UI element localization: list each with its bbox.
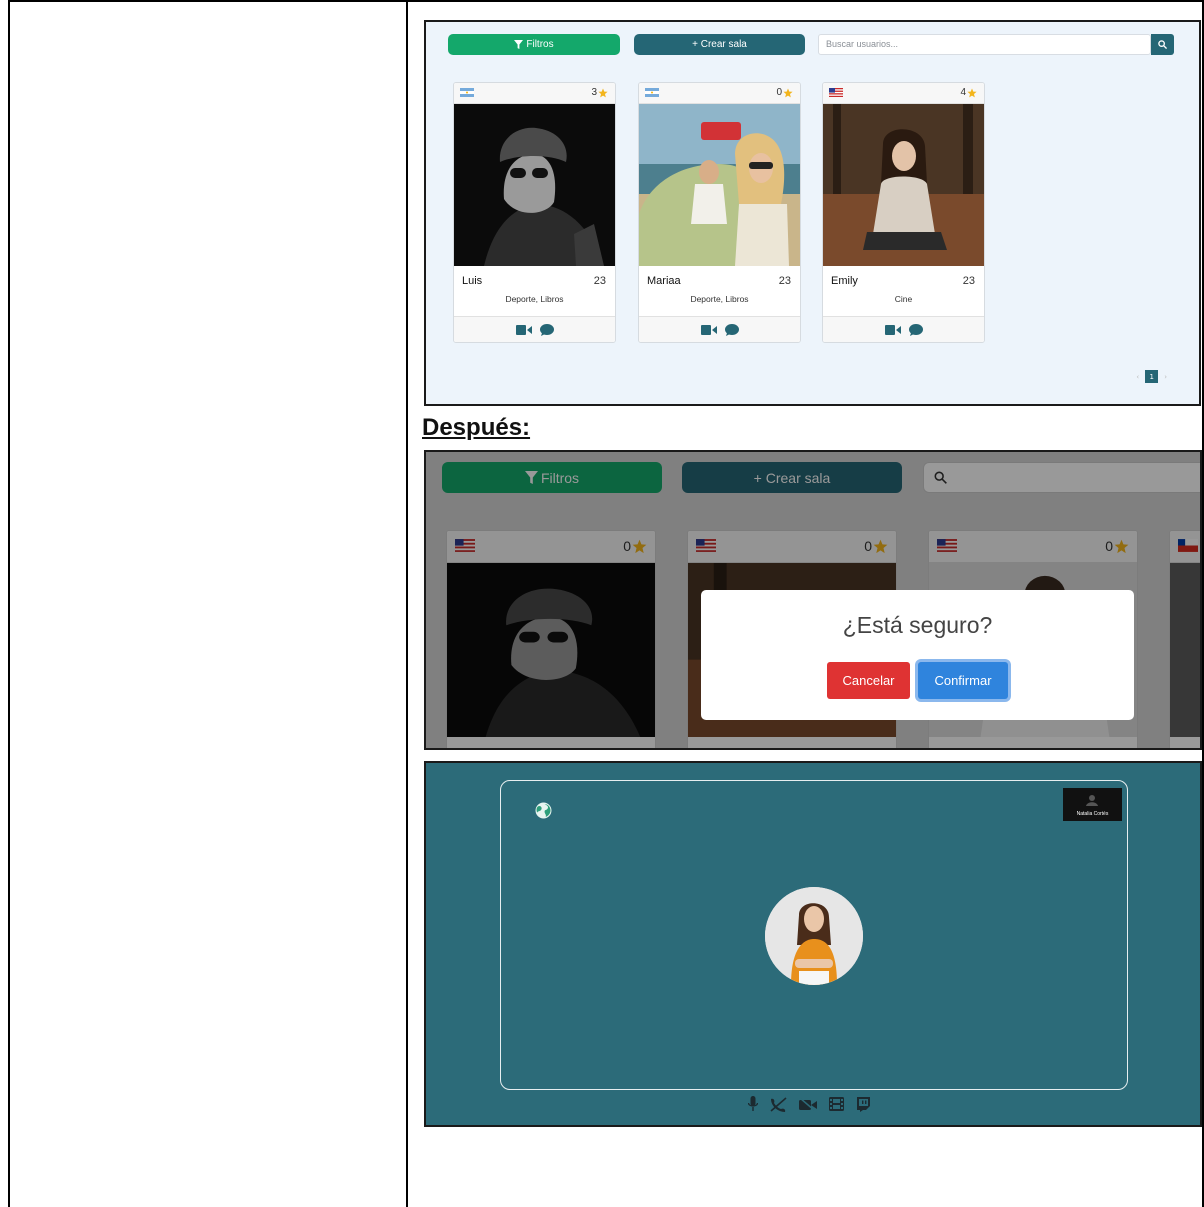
user-name: Emily (831, 275, 858, 287)
user-photo (823, 104, 984, 266)
filter-icon (514, 40, 524, 49)
remote-user-avatar (765, 887, 863, 985)
search-icon (1158, 40, 1167, 49)
twitch-icon[interactable] (856, 1096, 870, 1112)
rating-value: 3 (591, 87, 597, 98)
chat-icon[interactable] (908, 323, 923, 336)
rating: 3 (591, 87, 608, 98)
self-tile-name: Natalia Cortés (1076, 811, 1109, 817)
user-card[interactable]: 3 Luis 23 Deporte, Libros (453, 82, 616, 343)
confirm-dialog: ¿Está seguro? Cancelar Confirmar (701, 590, 1134, 720)
pagination-prev[interactable]: ‹ (1136, 373, 1139, 381)
section-label-after: Después: (422, 414, 531, 441)
avatar-silhouette-icon (1086, 795, 1098, 806)
video-call-icon[interactable] (700, 324, 717, 335)
user-interests: Cine (894, 294, 913, 304)
card-actions (639, 316, 800, 342)
user-name: Mariaa (647, 275, 681, 287)
card-header: 0 (639, 83, 800, 104)
user-photo (639, 104, 800, 266)
dialog-title: ¿Está seguro? (842, 612, 993, 638)
hangup-icon[interactable] (770, 1096, 787, 1112)
pagination-current-page[interactable]: 1 (1145, 370, 1159, 383)
pagination-next[interactable]: › (1164, 373, 1167, 381)
screenshot-before: Filtros + Crear sala Buscar usuarios... … (424, 20, 1201, 406)
star-icon (783, 88, 793, 97)
camera-off-icon[interactable] (799, 1097, 817, 1111)
user-interests: Deporte, Libros (505, 294, 564, 304)
call-frame: Natalia Cortés (500, 780, 1128, 1090)
microphone-icon[interactable] (748, 1096, 758, 1112)
filters-label: Filtros (526, 39, 554, 50)
self-video-tile[interactable]: Natalia Cortés (1063, 788, 1122, 821)
card-actions (823, 316, 984, 342)
globe-icon[interactable] (535, 802, 552, 819)
rating-value: 4 (960, 87, 966, 98)
user-interests: Deporte, Libros (690, 294, 749, 304)
argentina-flag-icon (460, 88, 474, 97)
pagination: ‹ 1 › (1136, 370, 1167, 383)
user-card[interactable]: 4 Emily 23 Cine (822, 82, 985, 343)
call-controls (748, 1096, 870, 1112)
film-icon[interactable] (829, 1097, 844, 1111)
user-age: 23 (962, 275, 975, 287)
filters-button[interactable]: Filtros (448, 34, 620, 55)
screenshot-video-call: Natalia Cortés (424, 761, 1202, 1127)
card-actions (454, 316, 615, 342)
create-room-label: + Crear sala (692, 39, 747, 50)
video-call-icon[interactable] (515, 324, 532, 335)
star-icon (598, 88, 608, 97)
user-name: Luis (462, 275, 483, 287)
user-card[interactable]: 0 Mariaa 23 Deporte, Libros (638, 82, 801, 343)
search-input[interactable]: Buscar usuarios... (818, 34, 1151, 55)
rating-value: 0 (776, 87, 782, 98)
user-age: 23 (778, 275, 791, 287)
user-photo (454, 104, 615, 266)
rating: 0 (776, 87, 793, 98)
card-header: 4 (823, 83, 984, 104)
rating: 4 (960, 87, 977, 98)
chat-icon[interactable] (724, 323, 739, 336)
table-column-divider (406, 0, 408, 1207)
confirm-button[interactable]: Confirmar (918, 662, 1008, 699)
video-call-icon[interactable] (884, 324, 901, 335)
usa-flag-icon (829, 88, 843, 97)
user-age: 23 (593, 275, 606, 287)
star-icon (967, 88, 977, 97)
screenshot-after-modal: Filtros + Crear sala 0 0 0 ¿Está seguro?… (424, 450, 1202, 750)
card-header: 3 (454, 83, 615, 104)
search-button[interactable] (1151, 34, 1174, 55)
chat-icon[interactable] (539, 323, 554, 336)
create-room-button[interactable]: + Crear sala (634, 34, 805, 55)
cancel-button[interactable]: Cancelar (827, 662, 910, 699)
argentina-flag-icon (645, 88, 659, 97)
